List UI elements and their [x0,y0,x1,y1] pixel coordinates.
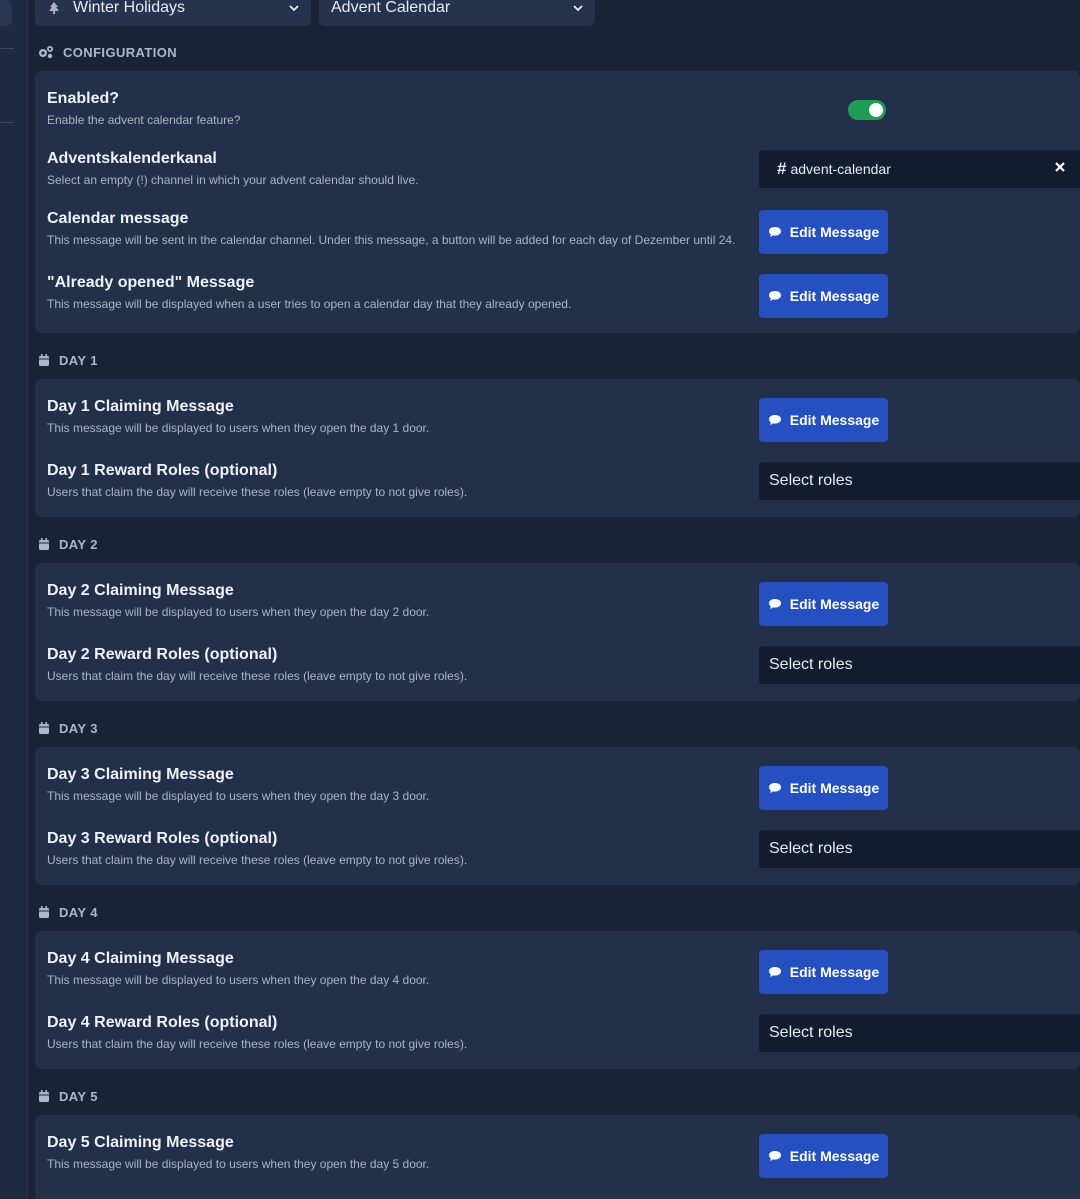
calendar-icon [39,354,49,366]
roles-placeholder: Select roles [769,472,853,489]
day-header-label: DAY 5 [59,1088,98,1104]
day-2-header: DAY 2 [37,534,98,554]
day-4-card: Day 4 Claiming Message This message will… [35,931,1080,1069]
category-select[interactable]: Winter Holidays [35,0,311,26]
day-claim-desc: This message will be displayed to users … [47,789,430,803]
sidebar-divider [0,48,14,49]
speech-bubble-icon [768,599,781,609]
module-select-value: Advent Calendar [331,0,451,16]
enabled-desc: Enable the advent calendar feature? [47,113,241,127]
day-5-card: Day 5 Claiming Message This message will… [35,1115,1080,1199]
configuration-header: CONFIGURATION [37,42,177,62]
day-3-roles-select[interactable]: Select roles [759,830,1080,868]
day-header-label: DAY 3 [59,720,98,736]
enabled-toggle[interactable] [848,100,886,120]
edit-button-label: Edit Message [789,1148,880,1164]
calendar-icon [39,906,49,918]
day-claim-title: Day 1 Claiming Message [47,398,234,415]
chevron-down-icon [289,5,299,12]
enabled-row: Enabled? Enable the advent calendar feat… [47,89,1080,128]
calendar-message-row: Calendar message This message will be se… [47,209,1080,248]
day-claim-title: Day 3 Claiming Message [47,766,234,783]
configuration-card: Enabled? Enable the advent calendar feat… [35,71,1080,333]
speech-bubble-icon [768,1151,781,1161]
day-claim-desc: This message will be displayed to users … [47,421,430,435]
edit-button-label: Edit Message [789,964,880,980]
day-claim-row: Day 4 Claiming Message This message will… [47,949,1080,988]
roles-placeholder: Select roles [769,1024,853,1041]
already-opened-row: "Already opened" Message This message wi… [47,273,1080,312]
module-select[interactable]: Advent Calendar [319,0,595,26]
day-2-card: Day 2 Claiming Message This message will… [35,563,1080,701]
calendar-message-desc: This message will be sent in the calenda… [47,233,736,247]
day-claim-desc: This message will be displayed to users … [47,973,430,987]
day-3-edit-button[interactable]: Edit Message [759,766,888,810]
day-claim-row: Day 3 Claiming Message This message will… [47,765,1080,804]
speech-bubble-icon [768,415,781,425]
top-selects: Winter Holidays Advent Calendar [35,0,595,26]
day-5-header: DAY 5 [37,1086,98,1106]
already-opened-desc: This message will be displayed when a us… [47,297,572,311]
speech-bubble-icon [768,967,781,977]
day-4-edit-button[interactable]: Edit Message [759,950,888,994]
channel-select-value: advent-calendar [790,161,891,177]
speech-bubble-icon [768,227,781,237]
gears-icon [39,46,53,59]
day-1-roles-select[interactable]: Select roles [759,462,1080,500]
calendar-icon [39,722,49,734]
day-claim-desc: This message will be displayed to users … [47,1157,430,1171]
category-select-value: Winter Holidays [73,0,186,16]
channel-select[interactable]: # advent-calendar [759,150,1080,188]
day-1-edit-button[interactable]: Edit Message [759,398,888,442]
left-sidebar [0,0,28,1199]
edit-button-label: Edit Message [789,596,880,612]
speech-bubble-icon [768,783,781,793]
day-claim-row: Day 2 Claiming Message This message will… [47,581,1080,620]
day-3-header: DAY 3 [37,718,98,738]
day-claim-title: Day 2 Claiming Message [47,582,234,599]
day-header-label: DAY 2 [59,536,98,552]
day-header-label: DAY 1 [59,352,98,368]
sidebar-divider [0,122,14,123]
tree-icon [47,1,61,15]
hash-icon: # [777,159,787,178]
already-opened-edit-button[interactable]: Edit Message [759,274,888,318]
day-1-card: Day 1 Claiming Message This message will… [35,379,1080,517]
edit-button-label: Edit Message [789,780,880,796]
roles-placeholder: Select roles [769,840,853,857]
calendar-message-title: Calendar message [47,210,189,227]
toggle-knob [869,103,883,117]
calendar-icon [39,538,49,550]
edit-button-label: Edit Message [789,288,880,304]
day-4-roles-select[interactable]: Select roles [759,1014,1080,1052]
edit-button-label: Edit Message [789,224,880,240]
calendar-message-edit-button[interactable]: Edit Message [759,210,888,254]
day-claim-desc: This message will be displayed to users … [47,605,430,619]
day-2-roles-select[interactable]: Select roles [759,646,1080,684]
enabled-title: Enabled? [47,90,120,107]
day-2-edit-button[interactable]: Edit Message [759,582,888,626]
calendar-icon [39,1090,49,1102]
close-icon[interactable] [1054,161,1066,173]
day-claim-title: Day 4 Claiming Message [47,950,234,967]
day-1-header: DAY 1 [37,350,98,370]
day-claim-row: Day 1 Claiming Message This message will… [47,397,1080,436]
speech-bubble-icon [768,291,781,301]
day-claim-title: Day 5 Claiming Message [47,1134,234,1151]
roles-placeholder: Select roles [769,656,853,673]
day-3-card: Day 3 Claiming Message This message will… [35,747,1080,885]
already-opened-title: "Already opened" Message [47,274,255,291]
day-4-header: DAY 4 [37,902,98,922]
day-5-edit-button[interactable]: Edit Message [759,1134,888,1178]
chevron-down-icon [573,5,583,12]
edit-button-label: Edit Message [789,412,880,428]
day-header-label: DAY 4 [59,904,98,920]
configuration-header-label: CONFIGURATION [63,44,178,60]
sidebar-item-stub[interactable] [0,0,12,26]
day-claim-row: Day 5 Claiming Message This message will… [47,1133,1080,1172]
